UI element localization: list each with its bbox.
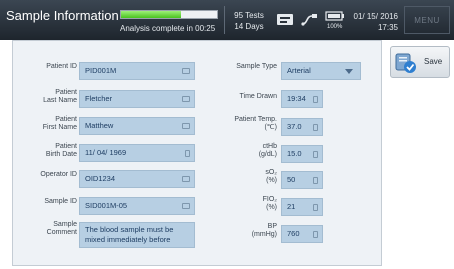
calendar-icon [185,150,190,157]
so2-label: sO₂ (%) [265,169,277,184]
analysis-status: Analysis complete in 00:25 [120,24,216,33]
sample-id-value: SID001M-05 [85,201,128,210]
printer-icon[interactable] [274,12,296,28]
save-label: Save [424,57,443,66]
last-name-label: Patient Last Name [43,89,77,104]
cthb-value: 15.0 [287,149,302,158]
patient-temp-field[interactable]: 37.0 [281,118,323,136]
sample-type-dropdown[interactable]: Arterial [281,62,361,80]
time-drawn-field[interactable]: 19:34 [281,90,323,108]
birth-date-value: 11/ 04/ 1969 [85,148,127,157]
birth-date-field[interactable]: 11/ 04/ 1969 [79,144,195,162]
patient-temp-label: Patient Temp. (℃) [234,116,277,131]
patient-temp-value: 37.0 [287,122,302,131]
keypad-icon [313,96,318,103]
page-title: Sample Information [6,8,119,23]
keyboard-icon [182,176,190,182]
first-name-value: Matthew [85,121,114,130]
keypad-icon [313,204,318,211]
fio2-value: 21 [287,202,296,211]
time-drawn-label: Time Drawn [239,93,277,100]
cthb-field[interactable]: 15.0 [281,145,323,163]
sample-type-value: Arterial [287,66,311,75]
operator-id-field[interactable]: OID1234 [79,170,195,188]
sample-type-label: Sample Type [236,63,277,70]
save-button[interactable]: Save [390,46,450,78]
so2-value: 50 [287,175,296,184]
tests-remaining: 95 Tests [234,11,264,20]
keypad-icon [313,124,318,131]
consumables-status: 95 Tests 14 Days [230,10,268,32]
current-time: 17:35 [377,23,398,32]
sample-comment-label: Sample Comment [46,221,77,236]
menu-button[interactable]: MENU [404,6,450,34]
operator-id-value: OID1234 [85,174,116,183]
sample-comment-value: The blood sample must be mixed immediate… [85,225,174,244]
sample-id-field[interactable]: SID001M-05 [79,197,195,215]
time-drawn-value: 19:34 [287,94,306,103]
bp-label: BP (mmHg) [251,223,277,238]
first-name-label: Patient First Name [42,116,77,131]
chevron-down-icon [345,69,353,74]
days-remaining: 14 Days [234,22,264,31]
keypad-icon [313,151,318,158]
current-date: 01/ 15/ 2016 [353,12,398,21]
fio2-field[interactable]: 21 [281,198,323,216]
keyboard-icon [182,203,190,209]
last-name-field[interactable]: Fletcher [79,90,195,108]
birth-date-label: Patient Birth Date [45,143,77,158]
sample-comment-field[interactable]: The blood sample must be mixed immediate… [79,222,195,248]
patient-id-value: PID001M [85,66,117,75]
cthb-label: ctHb (g/dL) [258,143,277,158]
analysis-progress-fill [121,11,181,18]
bp-field[interactable]: 760 [281,225,323,243]
fio2-label: FIO₂ (%) [262,196,277,211]
analysis-progress-bar [120,10,218,19]
battery-icon [325,11,344,21]
so2-field[interactable]: 50 [281,171,323,189]
keyboard-icon [182,68,190,74]
last-name-value: Fletcher [85,94,113,103]
keyboard-icon [182,123,190,129]
header-divider [224,6,225,34]
sample-id-label: Sample ID [44,198,77,205]
keypad-icon [313,177,318,184]
patient-id-label: Patient ID [46,63,77,70]
date-time: 01/ 15/ 2016 17:35 [352,11,398,33]
header-bar: Sample Information Analysis complete in … [0,0,454,40]
operator-id-label: Operator ID [40,171,77,178]
save-check-icon [395,53,416,73]
usb-icon [301,14,317,26]
keypad-icon [313,231,318,238]
patient-id-field[interactable]: PID001M [79,62,195,80]
sample-form-panel: Patient ID PID001M Patient Last Name Flet… [12,40,382,266]
battery-percentage: 100% [327,24,343,30]
bp-value: 760 [287,229,300,238]
keyboard-icon [182,96,190,102]
first-name-field[interactable]: Matthew [79,117,195,135]
